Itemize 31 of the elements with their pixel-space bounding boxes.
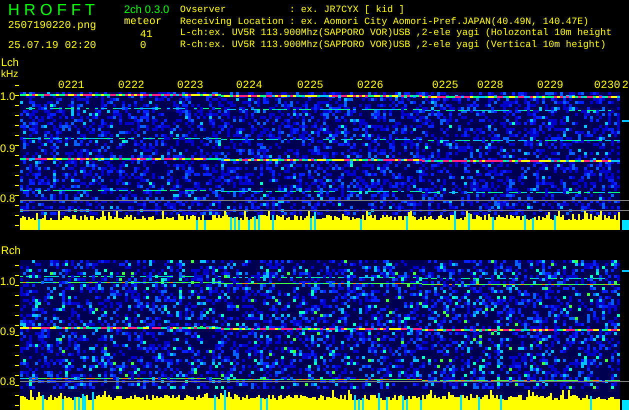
time-label: 0225 [297,80,324,92]
frequency-label: 1.0 [0,92,16,103]
date-time: 25.07.19 02:20 [8,40,96,52]
app-title: H R O F F T [8,2,95,20]
time-label: 0229 [537,80,564,92]
frequency-label: 0.8 [0,377,16,388]
time-label: 0230 [594,80,620,92]
channel-label: Rch [1,246,22,257]
time-label: 0221 [58,80,84,92]
info-line: Ovserver : ex. JR7CYX [ kid ] [180,4,406,16]
time-label: 0224 [236,80,262,92]
frequency-label: 1.0 [0,277,16,288]
time-label: 0225 [432,80,458,92]
time-label: 0223 [177,80,204,92]
time-label: 0226 [357,80,384,92]
version-label: 2ch 0.3.0 [124,4,170,17]
info-line: L-ch:ex. UV5R 113.900Mhz(SAPPORO VOR)USB ,2-ele yagi (Holozontal 10m height [180,27,612,38]
unit-label: kHz [1,69,20,80]
info-line: R-ch:ex. UV5R 113.900Mhz(SAPPORO VOR)USB ,2-ele yagi (Vertical 10m height) [180,38,608,50]
frequency-label: 0.9 [0,327,16,338]
time-label: 2 [622,80,629,92]
count-value: 41 [140,29,153,41]
count-value: 0 [140,40,146,52]
info-line: Receiving Location : ex. Aomori City Aomori-Pref.JAPAN(40.49N, 140.47E) [180,16,590,27]
counter-label: meteor [124,16,162,28]
frequency-label: 0.8 [0,194,16,205]
frequency-label: 0.9 [0,144,16,155]
time-label: 0222 [118,80,144,92]
time-label: 0228 [477,80,504,92]
file-name: 2507190220.png [8,20,96,32]
channel-label: Lch [1,58,20,69]
